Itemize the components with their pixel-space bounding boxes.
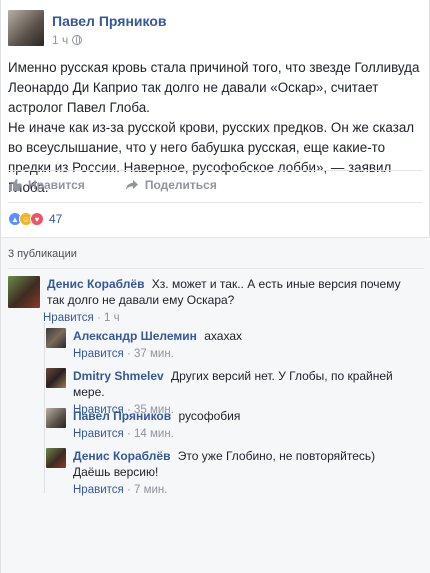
post-paragraph: Именно русская кровь стала причиной того… xyxy=(8,60,420,115)
comment-like-link[interactable]: Нравится xyxy=(73,484,124,496)
post-time[interactable]: 1 ч xyxy=(52,33,68,47)
comment-meta: Нравится · 14 мин. xyxy=(73,426,413,442)
comment-author[interactable]: Павел Пряников xyxy=(73,409,171,423)
comment-author[interactable]: Денис Кораблёв xyxy=(47,277,144,291)
thumbs-up-icon xyxy=(9,179,22,191)
meta-separator: · xyxy=(96,312,101,324)
share-button[interactable]: Поделиться xyxy=(125,178,217,192)
reactions-summary[interactable]: ▲ ☺ ♥ 47 xyxy=(8,212,62,226)
commenter-avatar[interactable] xyxy=(8,276,40,308)
reaction-count[interactable]: 47 xyxy=(49,212,62,226)
share-label: Поделиться xyxy=(144,178,217,192)
comment-text: ахахах xyxy=(204,329,242,343)
comment-text: русофобия xyxy=(178,409,241,423)
comment-body: Александр Шелемин ахахах Нравится · 37 м… xyxy=(73,328,413,362)
comment-body: Денис Кораблёв Это уже Глобино, не повто… xyxy=(73,448,393,498)
like-button[interactable]: Нравится xyxy=(8,178,85,192)
commenter-avatar[interactable] xyxy=(46,328,66,348)
comment-body: Денис Кораблёв Хз. может и так.. А есть … xyxy=(43,276,407,326)
comment-meta: Нравится · 37 мин. xyxy=(73,346,413,362)
comment-like-link[interactable]: Нравится xyxy=(73,428,124,440)
comment-time[interactable]: 14 мин. xyxy=(134,428,174,440)
comment-like-link[interactable]: Нравится xyxy=(73,348,124,360)
comment-author[interactable]: Денис Кораблёв xyxy=(73,449,170,463)
meta-separator: · xyxy=(126,428,131,440)
commenter-avatar[interactable] xyxy=(46,408,66,428)
comment-author[interactable]: Dmitry Shmelev xyxy=(73,369,164,383)
post-meta: 1 ч xyxy=(52,33,166,47)
post-header-text: Павел Пряников 1 ч xyxy=(52,10,166,47)
like-label: Нравится xyxy=(28,178,85,192)
post-header: Павел Пряников 1 ч xyxy=(8,10,166,47)
love-reaction-icon: ♥ xyxy=(30,212,44,226)
divider xyxy=(8,268,424,269)
divider xyxy=(8,202,422,203)
post-card: Павел Пряников 1 ч Именно русская кровь … xyxy=(0,0,430,573)
comment-body: Павел Пряников русофобия Нравится · 14 м… xyxy=(73,408,413,442)
author-avatar[interactable] xyxy=(8,10,44,46)
shares-count[interactable]: 3 публикации xyxy=(8,248,77,260)
reply-thread-line xyxy=(44,323,45,493)
post-author[interactable]: Павел Пряников xyxy=(52,12,166,30)
commenter-avatar[interactable] xyxy=(46,448,66,468)
comment-time[interactable]: 1 ч xyxy=(104,312,120,324)
post-actions: Нравится Поделиться xyxy=(8,178,257,192)
comment-time[interactable]: 7 мин. xyxy=(134,484,167,496)
divider xyxy=(8,170,422,171)
meta-separator: · xyxy=(126,348,131,360)
comments-section: 3 публикации Денис Кораблёв Хз. может и … xyxy=(1,237,430,573)
meta-separator: · xyxy=(126,484,131,496)
comment-time[interactable]: 37 мин. xyxy=(134,348,174,360)
reply: Павел Пряников русофобия Нравится · 14 м… xyxy=(46,408,413,442)
comment: Денис Кораблёв Хз. может и так.. А есть … xyxy=(8,276,407,326)
reply: Денис Кораблёв Это уже Глобино, не повто… xyxy=(46,448,393,498)
post-body: Именно русская кровь стала причиной того… xyxy=(8,58,424,198)
comment-meta: Нравится · 7 мин. xyxy=(73,482,393,498)
globe-icon xyxy=(72,35,83,45)
reply: Александр Шелемин ахахах Нравится · 37 м… xyxy=(46,328,413,362)
comment-meta: Нравится · 1 ч xyxy=(43,310,407,326)
share-arrow-icon xyxy=(125,180,138,190)
comment-author[interactable]: Александр Шелемин xyxy=(73,329,197,343)
comment-like-link[interactable]: Нравится xyxy=(43,312,94,324)
commenter-avatar[interactable] xyxy=(46,368,66,388)
